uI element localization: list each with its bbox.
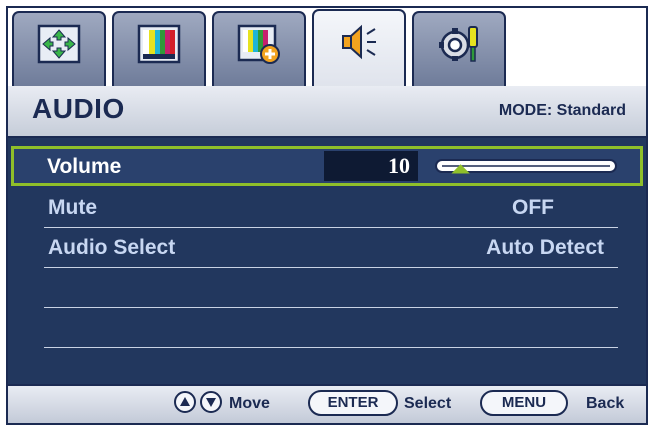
- menu-item-empty: [44, 308, 618, 348]
- tab-display[interactable]: [12, 11, 106, 86]
- volume-value-box: 10: [324, 151, 418, 181]
- volume-value: 10: [388, 153, 410, 178]
- osd-menu-window: AUDIO MODE: Standard Volume 10 Mute OFF …: [6, 6, 648, 425]
- down-arrow-icon: [206, 398, 216, 407]
- system-settings-icon: [439, 26, 478, 62]
- menu-item-volume[interactable]: Volume 10: [11, 146, 643, 186]
- menu-item-label: Volume: [47, 155, 122, 178]
- up-arrow-button[interactable]: [174, 391, 196, 413]
- tab-picture-advanced[interactable]: [212, 11, 306, 86]
- menu-item-audio-select[interactable]: Audio Select Auto Detect: [44, 228, 618, 268]
- menu-content: Volume 10 Mute OFF Audio Select Auto Det…: [8, 138, 646, 384]
- tab-picture[interactable]: [112, 11, 206, 86]
- tab-system[interactable]: [412, 11, 506, 86]
- menu-item-label: Mute: [48, 196, 97, 219]
- page-title: AUDIO: [32, 93, 125, 124]
- menu-item-empty: [44, 268, 618, 308]
- picture-icon: [137, 24, 181, 64]
- picture-advanced-icon: [237, 24, 280, 64]
- control-hints-bar: Move ENTER Select MENU Back: [8, 384, 646, 423]
- move-label: Move: [229, 395, 270, 412]
- tab-strip: [8, 8, 646, 88]
- mode-indicator: MODE: Standard: [498, 102, 626, 119]
- down-arrow-button[interactable]: [200, 391, 222, 413]
- menu-item-value: OFF: [512, 196, 554, 219]
- up-arrow-icon: [180, 397, 190, 406]
- speaker-icon: [342, 24, 376, 60]
- volume-slider[interactable]: [434, 157, 620, 177]
- display-adjust-icon: [37, 24, 81, 64]
- enter-button[interactable]: ENTER: [308, 390, 398, 416]
- menu-button[interactable]: MENU: [480, 390, 568, 416]
- menu-item-value: Auto Detect: [486, 236, 604, 259]
- back-label: Back: [586, 395, 625, 412]
- menu-item-mute[interactable]: Mute OFF: [44, 188, 618, 228]
- menu-item-label: Audio Select: [48, 236, 176, 259]
- tab-audio[interactable]: [312, 9, 406, 88]
- select-label: Select: [404, 395, 452, 412]
- menu-header: AUDIO MODE: Standard: [8, 86, 646, 138]
